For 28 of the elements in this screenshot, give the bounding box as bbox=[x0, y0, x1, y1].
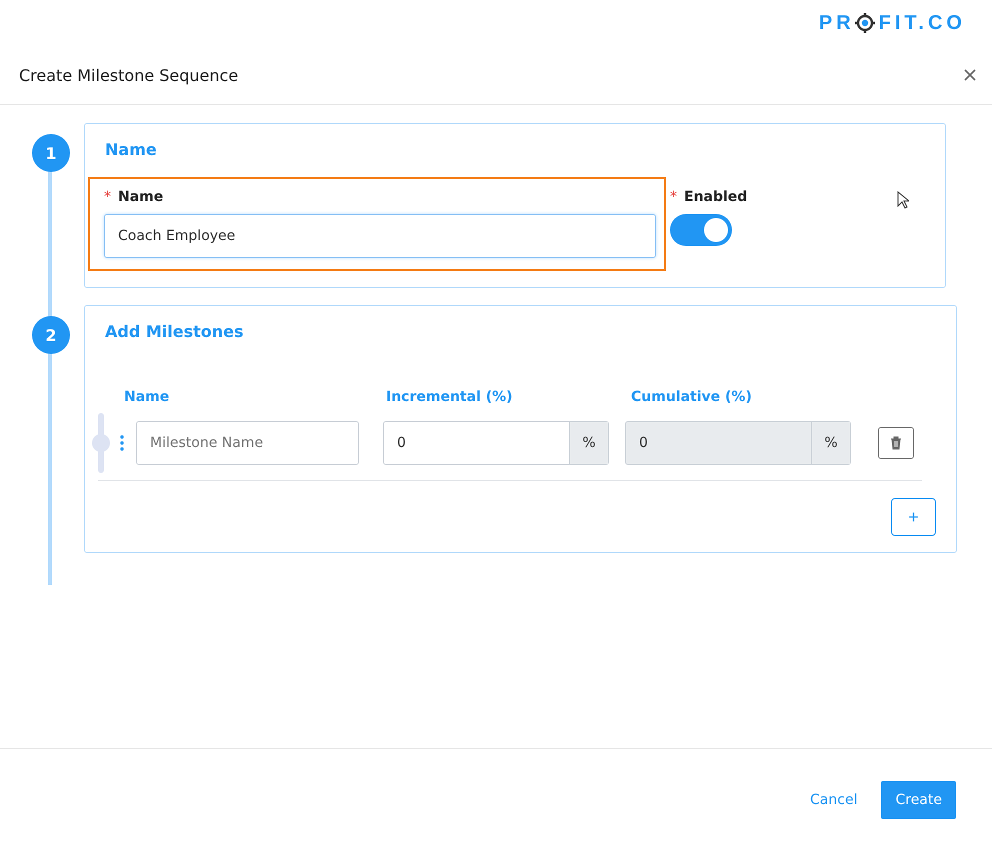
required-mark: * bbox=[670, 189, 677, 205]
drag-handle[interactable] bbox=[92, 413, 110, 473]
milestone-name-field[interactable]: Milestone Name bbox=[136, 421, 359, 465]
column-header: Name bbox=[124, 389, 170, 405]
logo: PR FIT.CO bbox=[818, 12, 966, 34]
step-number: 2 bbox=[32, 316, 70, 354]
cumulative-field: 0 % bbox=[625, 421, 851, 465]
section-title: Add Milestones bbox=[105, 322, 245, 341]
trash-icon[interactable] bbox=[878, 427, 914, 459]
field-label: Name bbox=[118, 189, 164, 205]
more-icon[interactable] bbox=[120, 435, 124, 451]
create-button[interactable]: Create bbox=[881, 780, 956, 818]
name-field[interactable]: Coach Employee bbox=[104, 214, 656, 258]
unit-addon: % bbox=[569, 422, 608, 464]
required-mark: * bbox=[104, 189, 111, 205]
field-label: Enabled bbox=[684, 189, 748, 205]
incremental-field[interactable]: 0 % bbox=[383, 421, 609, 465]
column-header: Incremental (%) bbox=[386, 389, 514, 405]
toggle-switch[interactable] bbox=[670, 214, 732, 246]
unit-addon: % bbox=[811, 422, 850, 464]
section-title: Name bbox=[105, 140, 158, 159]
cancel-button[interactable]: Cancel bbox=[804, 790, 864, 808]
add-button[interactable]: + bbox=[891, 498, 936, 536]
column-header: Cumulative (%) bbox=[631, 389, 753, 405]
cursor-icon bbox=[897, 191, 910, 209]
step-number: 1 bbox=[32, 134, 70, 172]
dialog-title: Create Milestone Sequence bbox=[19, 66, 238, 84]
target-icon bbox=[854, 13, 875, 33]
